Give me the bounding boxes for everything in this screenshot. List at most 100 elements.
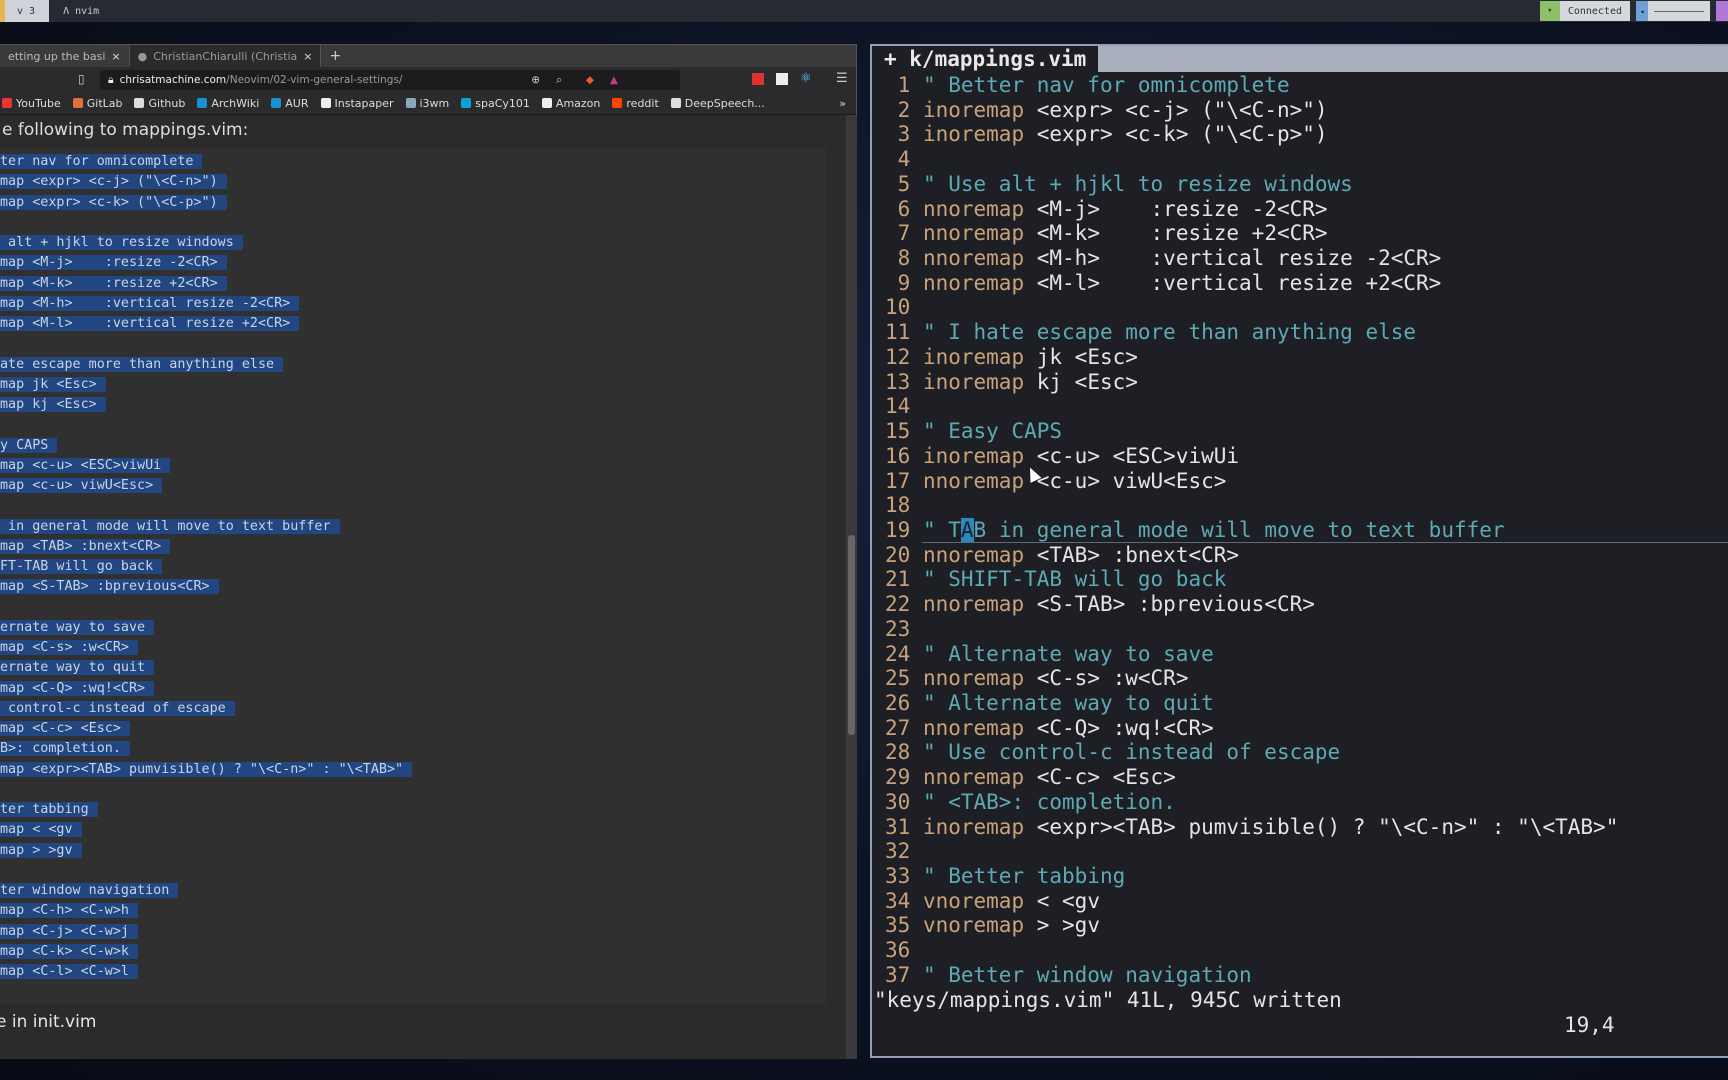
editor-line: 31 inoremap <expr><TAB> pumvisible() ? "… [885, 815, 1618, 840]
window-title-text: nvim [75, 5, 100, 17]
scrollbar[interactable] [846, 115, 857, 1059]
code-text: map <M-j> :resize -2<CR> [0, 255, 227, 271]
workspace-indicator[interactable]: v 3 [0, 0, 50, 22]
line-number: 35 [885, 913, 923, 938]
code-line: ter window navigation [0, 881, 179, 901]
menu-icon[interactable]: ☰ [836, 71, 848, 86]
code-line: map <M-k> :resize +2<CR> [0, 274, 227, 294]
bookmark-label: GitLab [86, 97, 123, 110]
cursor-position: 19,4 [1564, 1013, 1615, 1037]
buffer-name[interactable]: + k/mappings.vim [872, 47, 1098, 71]
code-line: map <C-h> <C-w>h [0, 901, 138, 921]
editor-line: 20 nnoremap <TAB> :bnext<CR> [885, 543, 1239, 568]
brave-shield-icon[interactable]: ◆ [586, 74, 594, 86]
bookmark-icon[interactable]: ▯ [78, 72, 85, 86]
mapping: kj <Esc> [1036, 369, 1138, 394]
bookmark-favicon-icon [461, 98, 472, 108]
editor-line: 9 nnoremap <M-l> :vertical resize +2<CR> [885, 271, 1442, 296]
bookmark-label: reddit [626, 97, 659, 110]
bookmark-item[interactable]: reddit [612, 97, 659, 110]
comment: " Better window navigation [922, 962, 1252, 987]
comment: " Better nav for omnicomplete [922, 73, 1290, 97]
mapping: <M-k> :resize +2<CR> [1036, 221, 1328, 246]
nvim-window[interactable]: + k/mappings.vim 1 " Better nav for omni… [870, 44, 1728, 1058]
bookmark-label: Instapaper [334, 97, 394, 110]
bookmark-label: Github [148, 97, 186, 110]
line-number: 3 [885, 122, 923, 147]
network-status[interactable]: ▾ Connected [1539, 1, 1630, 21]
code-text: in general mode will move to text buffer [0, 518, 340, 534]
tab-label: ChristianChiarulli (Christia [153, 49, 298, 63]
bookmark-item[interactable]: AUR [271, 97, 309, 110]
bookmark-label: AUR [285, 97, 309, 110]
mapping: <expr> <c-k> ("\<C-p>") [1036, 122, 1328, 147]
bookmark-item[interactable]: Instapaper [320, 97, 394, 110]
line-number: 15 [885, 419, 923, 444]
bookmark-item[interactable]: YouTube [2, 97, 61, 110]
comment: " SHIFT-TAB will go back [922, 567, 1227, 592]
code-text: map <C-l> <C-w>l [0, 964, 138, 979]
bookmark-item[interactable]: spaCy101 [461, 97, 530, 110]
target-icon[interactable]: ⊕ [531, 74, 540, 86]
instapaper-icon[interactable] [776, 73, 788, 85]
editor-line: 2 inoremap <expr> <c-j> ("\<C-n>") [885, 98, 1328, 123]
zoom-icon[interactable]: ⌕ [556, 74, 562, 87]
bookmark-item[interactable]: Amazon [541, 97, 600, 110]
volume-icon: ◂ [1636, 1, 1648, 21]
editor-line: 10 [885, 295, 923, 320]
editor-line: 34 vnoremap < <gv [885, 889, 1100, 914]
bookmark-item[interactable]: i3wm [405, 97, 449, 110]
line-number: 23 [885, 616, 923, 641]
code-line: ter tabbing [0, 800, 98, 820]
section-text: e in init.vim [0, 1012, 97, 1032]
code-text: map jk <Esc> [0, 376, 106, 392]
code-text: map <C-j> <C-w>j [0, 923, 138, 939]
react-icon[interactable]: ⚛ [800, 71, 812, 86]
extension-icon[interactable] [752, 73, 764, 85]
lock-icon: 🔒︎ [108, 73, 114, 86]
editor-line: 23 [885, 617, 923, 642]
editor-line: 6 nnoremap <M-j> :resize -2<CR> [885, 197, 1328, 222]
browser-tab[interactable]: ● ChristianChiarulli (Christia × [129, 45, 322, 67]
line-number: 16 [885, 443, 923, 468]
rewards-icon[interactable]: ▲ [610, 74, 618, 86]
close-tab-icon[interactable]: × [303, 50, 312, 63]
editor-line: 28 " Use control-c instead of escape [885, 740, 1340, 765]
editor-line: 1 " Better nav for omnicomplete [885, 73, 1290, 98]
code-line: map <C-s> :w<CR> [0, 638, 138, 658]
mapping: <C-s> :w<CR> [1036, 666, 1189, 691]
new-tab-button[interactable]: + [321, 48, 349, 64]
editor-line: 21 " SHIFT-TAB will go back [885, 567, 1226, 592]
editor-line: 35 vnoremap > >gv [885, 913, 1100, 938]
page-content: e following to mappings.vim: ter nav for… [0, 115, 846, 1059]
tab-label: etting up the basi [8, 49, 106, 63]
bookmark-item[interactable]: ArchWiki [197, 97, 259, 110]
close-tab-icon[interactable]: × [111, 50, 120, 63]
keyword: nnoremap [922, 246, 1025, 271]
line-number: 1 [885, 73, 923, 97]
more-bookmarks-button[interactable]: » [839, 97, 846, 110]
keyword: nnoremap [922, 715, 1025, 740]
line-number: 6 [885, 196, 923, 221]
url-bar[interactable]: 🔒︎ chrisatmachine.com/Neovim/02-vim-gener… [100, 70, 680, 90]
editor-line: 19 " TAB in general mode will move to te… [885, 517, 1505, 543]
line-number: 20 [885, 542, 923, 567]
line-number: 13 [885, 369, 923, 394]
url-path: /Neovim/02-vim-general-settings/ [226, 74, 403, 86]
editor-line: 25 nnoremap <C-s> :w<CR> [885, 666, 1188, 691]
bookmark-item[interactable]: GitLab [72, 97, 123, 110]
line-number: 28 [885, 740, 923, 765]
keyword: inoremap [922, 369, 1025, 394]
editor-line: 8 nnoremap <M-h> :vertical resize -2<CR> [885, 246, 1442, 271]
line-number: 7 [885, 221, 923, 246]
volume-slider[interactable]: ◂ [1636, 1, 1710, 21]
bookmark-item[interactable]: DeepSpeech... [670, 97, 765, 110]
editor-line: 37 " Better window navigation [885, 963, 1252, 988]
wifi-icon: ▾ [1539, 1, 1560, 21]
bookmark-item[interactable]: Github [134, 97, 185, 110]
editor-line: 3 inoremap <expr> <c-k> ("\<C-p>") [885, 122, 1328, 147]
browser-tab[interactable]: etting up the basi × [0, 45, 130, 67]
keyword: nnoremap [922, 666, 1025, 691]
editor-line: 7 nnoremap <M-k> :resize +2<CR> [885, 221, 1328, 246]
code-text: ate escape more than anything else [0, 356, 284, 372]
